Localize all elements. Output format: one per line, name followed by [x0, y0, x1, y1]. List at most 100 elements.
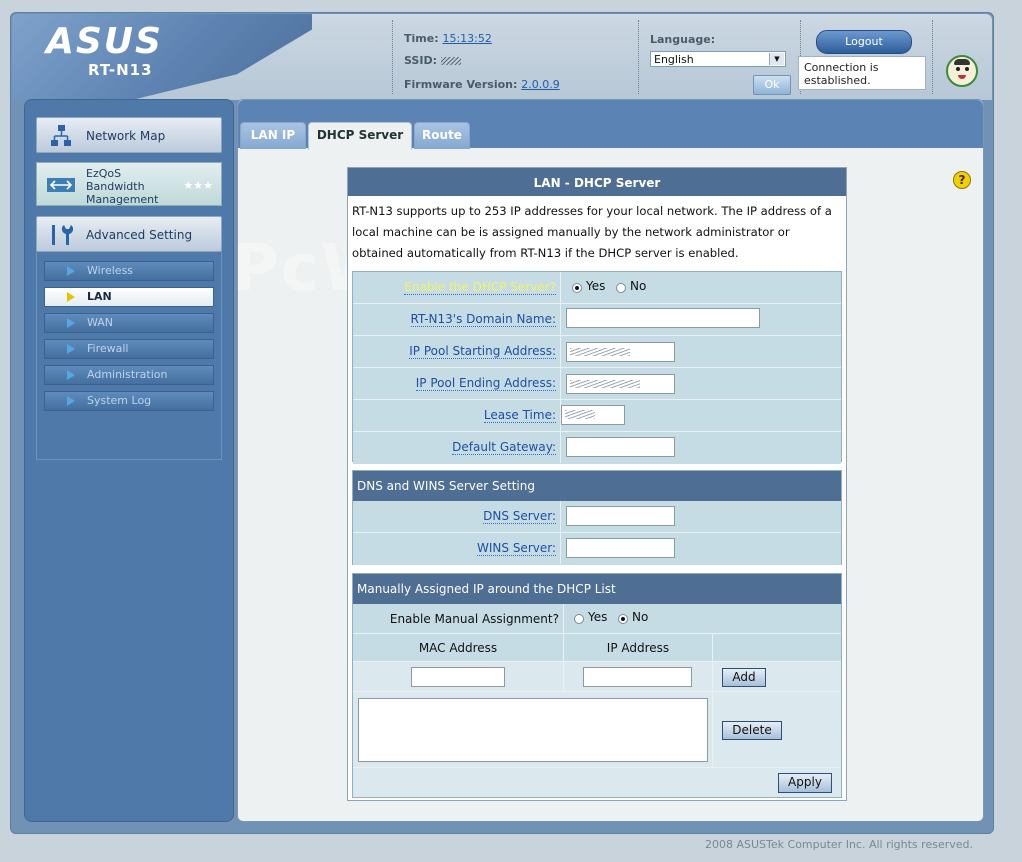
nav-network-map[interactable]: Network Map — [36, 117, 222, 153]
sidebar-item-label: Firewall — [87, 342, 129, 355]
header: ASUS RT-N13 Time: 15:13:52 SSID: Firmwar… — [12, 14, 992, 100]
no-label: No — [632, 610, 649, 624]
enable-dhcp-no-radio[interactable] — [616, 283, 626, 293]
firmware-link[interactable]: 2.0.0.9 — [521, 78, 559, 91]
manual-no-radio[interactable] — [618, 614, 628, 624]
sidebar-item-label: WAN — [87, 316, 114, 329]
help-icon[interactable]: ? — [953, 171, 971, 189]
column-divider — [563, 662, 564, 692]
pool-end-label: IP Pool Ending Address: — [353, 368, 561, 399]
sidebar-item-administration[interactable]: Administration — [44, 365, 214, 385]
redacted-value-icon — [565, 410, 595, 419]
ssid-redacted-icon — [440, 57, 461, 65]
lease-time-label: Lease Time: — [353, 400, 561, 431]
ssid-row: SSID: — [404, 54, 461, 67]
dns-input[interactable] — [566, 506, 675, 526]
tools-icon — [52, 225, 73, 245]
column-divider — [712, 662, 713, 692]
redacted-value-icon — [570, 348, 630, 356]
nav-ezqos[interactable]: EzQoS Bandwidth Management ★★★ — [36, 162, 222, 206]
panel-title: LAN - DHCP Server — [348, 168, 846, 196]
apply-button[interactable]: Apply — [778, 773, 832, 793]
asus-logo: ASUS — [46, 21, 163, 62]
gateway-input[interactable] — [566, 437, 675, 457]
ssid-label: SSID: — [404, 54, 437, 67]
sidebar-item-wireless[interactable]: Wireless — [44, 261, 214, 281]
sidebar-item-lan[interactable]: LAN — [44, 287, 214, 307]
tab-lan-ip[interactable]: LAN IP — [240, 122, 306, 149]
dns-row: DNS Server: — [353, 501, 841, 533]
arrow-right-icon — [67, 318, 75, 328]
sidebar-item-label: LAN — [87, 290, 112, 303]
qos-icon — [47, 178, 75, 192]
column-divider — [712, 692, 713, 768]
dhcp-panel: LAN - DHCP Server RT-N13 supports up to … — [347, 167, 847, 801]
lease-time-row: Lease Time: — [353, 400, 841, 432]
connection-status: Connection is established. — [798, 56, 926, 90]
nav-label: Advanced Setting — [86, 228, 193, 242]
time-label: Time: — [404, 32, 439, 45]
sidebar-item-label: System Log — [87, 394, 152, 407]
panel-description: RT-N13 supports up to 253 IP addresses f… — [352, 204, 832, 260]
manual-assign-block: Manually Assigned IP around the DHCP Lis… — [352, 573, 842, 798]
arrow-right-icon — [67, 396, 75, 406]
dhcp-settings-block: Enable the DHCP Server? Yes No RT-N13's … — [352, 271, 842, 464]
nav-label: EzQoS Bandwidth Management — [86, 167, 159, 206]
model-name: RT-N13 — [88, 61, 153, 79]
language-ok-button[interactable]: Ok — [753, 75, 791, 95]
tab-route[interactable]: Route — [414, 122, 470, 149]
pool-end-input[interactable] — [566, 374, 675, 394]
firmware-label: Firmware Version: — [404, 78, 518, 91]
pool-start-row: IP Pool Starting Address: — [353, 336, 841, 368]
time-row: Time: 15:13:52 — [404, 32, 492, 45]
arrow-right-icon — [67, 292, 75, 302]
sidebar-item-wan[interactable]: WAN — [44, 313, 214, 333]
network-map-icon — [51, 125, 71, 146]
delete-button[interactable]: Delete — [722, 721, 782, 740]
mac-address-input[interactable] — [411, 667, 505, 687]
list-header-row: MAC Address IP Address — [353, 634, 841, 662]
domain-name-input[interactable] — [566, 308, 760, 328]
logout-button[interactable]: Logout — [816, 30, 912, 54]
nav-advanced-setting[interactable]: Advanced Setting — [36, 216, 222, 252]
language-select[interactable]: English ▼ — [650, 51, 786, 67]
arrow-right-icon — [67, 266, 75, 276]
pool-start-label: IP Pool Starting Address: — [353, 336, 561, 367]
advanced-submenu: Wireless LAN WAN Firewall Administration… — [36, 252, 222, 460]
time-link[interactable]: 15:13:52 — [442, 32, 491, 45]
redacted-value-icon — [570, 380, 640, 388]
language-value: English — [654, 53, 694, 66]
column-divider — [712, 634, 713, 662]
sidebar-item-label: Wireless — [87, 264, 134, 277]
wins-input[interactable] — [566, 538, 675, 558]
domain-name-row: RT-N13's Domain Name: — [353, 304, 841, 336]
tab-dhcp-server[interactable]: DHCP Server — [308, 122, 412, 150]
pool-end-row: IP Pool Ending Address: — [353, 368, 841, 400]
arrow-right-icon — [67, 344, 75, 354]
sidebar-item-label: Administration — [87, 368, 168, 381]
no-label: No — [630, 279, 647, 293]
enable-dhcp-yes-radio[interactable] — [572, 283, 582, 293]
language-label: Language: — [650, 33, 716, 46]
sidebar: Network Map EzQoS Bandwidth Management ★… — [24, 99, 234, 822]
dns-label: DNS Server: — [353, 501, 561, 532]
gateway-label: Default Gateway: — [353, 432, 561, 463]
chevron-down-icon: ▼ — [769, 53, 784, 65]
sidebar-item-system-log[interactable]: System Log — [44, 391, 214, 411]
assigned-list-box[interactable] — [358, 698, 708, 762]
pool-start-input[interactable] — [566, 342, 675, 362]
add-button[interactable]: Add — [722, 668, 766, 687]
lease-time-input[interactable] — [561, 405, 625, 425]
assigned-list-row: Delete — [353, 692, 841, 768]
wins-row: WINS Server: — [353, 533, 841, 565]
nav-label: Network Map — [86, 129, 166, 143]
tab-bar: LAN IP DHCP Server Route — [238, 100, 983, 150]
firmware-row: Firmware Version: 2.0.0.9 — [404, 78, 560, 91]
yes-label: Yes — [588, 610, 608, 624]
dns-section-title: DNS and WINS Server Setting — [353, 471, 841, 501]
manual-yes-radio[interactable] — [574, 614, 584, 624]
ip-address-input[interactable] — [583, 667, 692, 687]
yes-label: Yes — [586, 279, 606, 293]
add-entry-row: Add — [353, 662, 841, 692]
sidebar-item-firewall[interactable]: Firewall — [44, 339, 214, 359]
